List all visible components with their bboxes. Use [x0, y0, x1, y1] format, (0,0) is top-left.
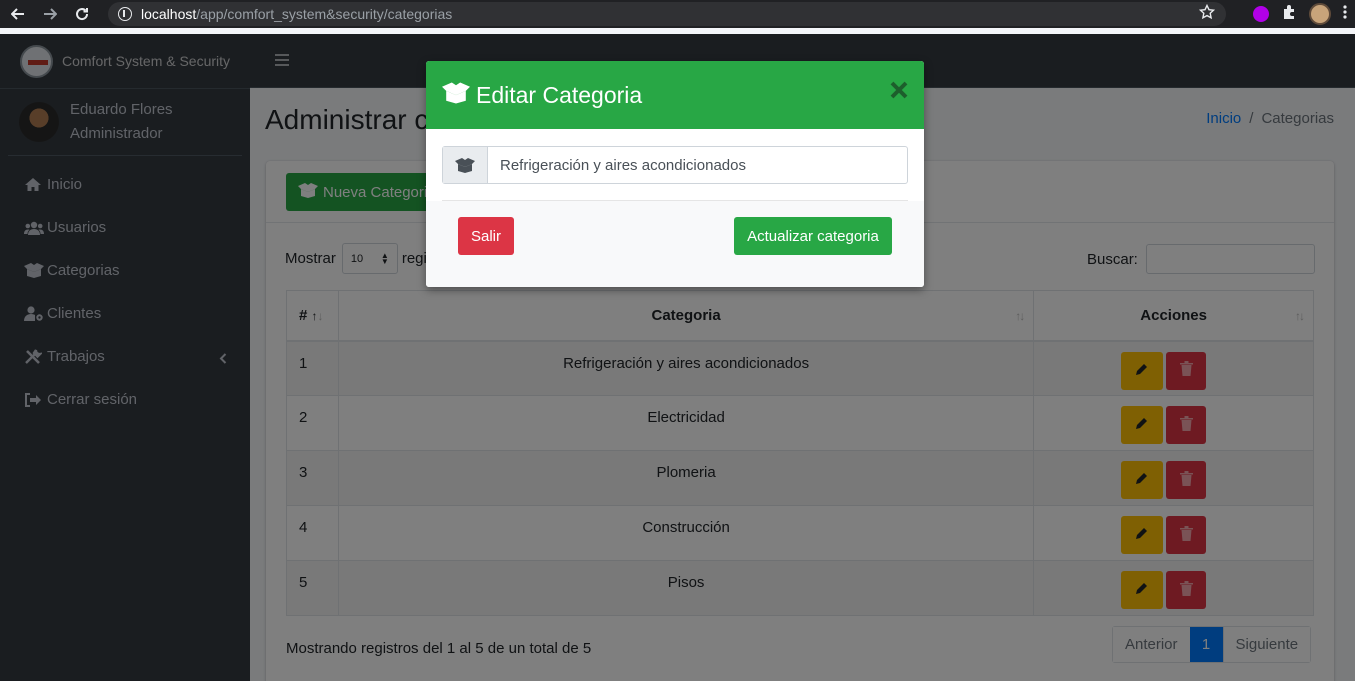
- bookmark-star-icon[interactable]: [1198, 3, 1216, 25]
- profile-avatar[interactable]: [1309, 3, 1331, 25]
- modal-divider: [442, 200, 908, 201]
- category-name-input[interactable]: Refrigeración y aires acondicionados: [488, 147, 907, 183]
- browser-toolbar: localhost/app/comfort_system&security/ca…: [0, 0, 1355, 28]
- forward-arrow-icon[interactable]: [40, 4, 60, 24]
- box-open-icon: [442, 82, 470, 109]
- puzzle-extensions-icon[interactable]: [1281, 4, 1297, 25]
- box-icon: [443, 147, 488, 183]
- url-path: /app/comfort_system&security/categorias: [196, 6, 453, 22]
- close-icon[interactable]: [890, 81, 908, 104]
- edit-category-modal: Editar Categoria Refrigeración y aires a…: [426, 61, 924, 287]
- modal-title: Editar Categoria: [476, 81, 643, 108]
- kebab-menu-icon[interactable]: [1343, 4, 1347, 25]
- cancel-button[interactable]: Salir: [458, 217, 514, 255]
- site-info-icon[interactable]: [118, 7, 132, 21]
- category-input-group: Refrigeración y aires acondicionados: [442, 146, 908, 184]
- back-arrow-icon[interactable]: [8, 4, 28, 24]
- url-host: localhost: [141, 6, 197, 22]
- modal-header: Editar Categoria: [426, 61, 924, 129]
- extension-icon[interactable]: [1253, 6, 1269, 22]
- update-category-button[interactable]: Actualizar categoria: [734, 217, 892, 255]
- modal-body: Refrigeración y aires acondicionados: [426, 129, 924, 201]
- address-bar[interactable]: localhost/app/comfort_system&security/ca…: [108, 2, 1226, 26]
- reload-icon[interactable]: [72, 4, 92, 24]
